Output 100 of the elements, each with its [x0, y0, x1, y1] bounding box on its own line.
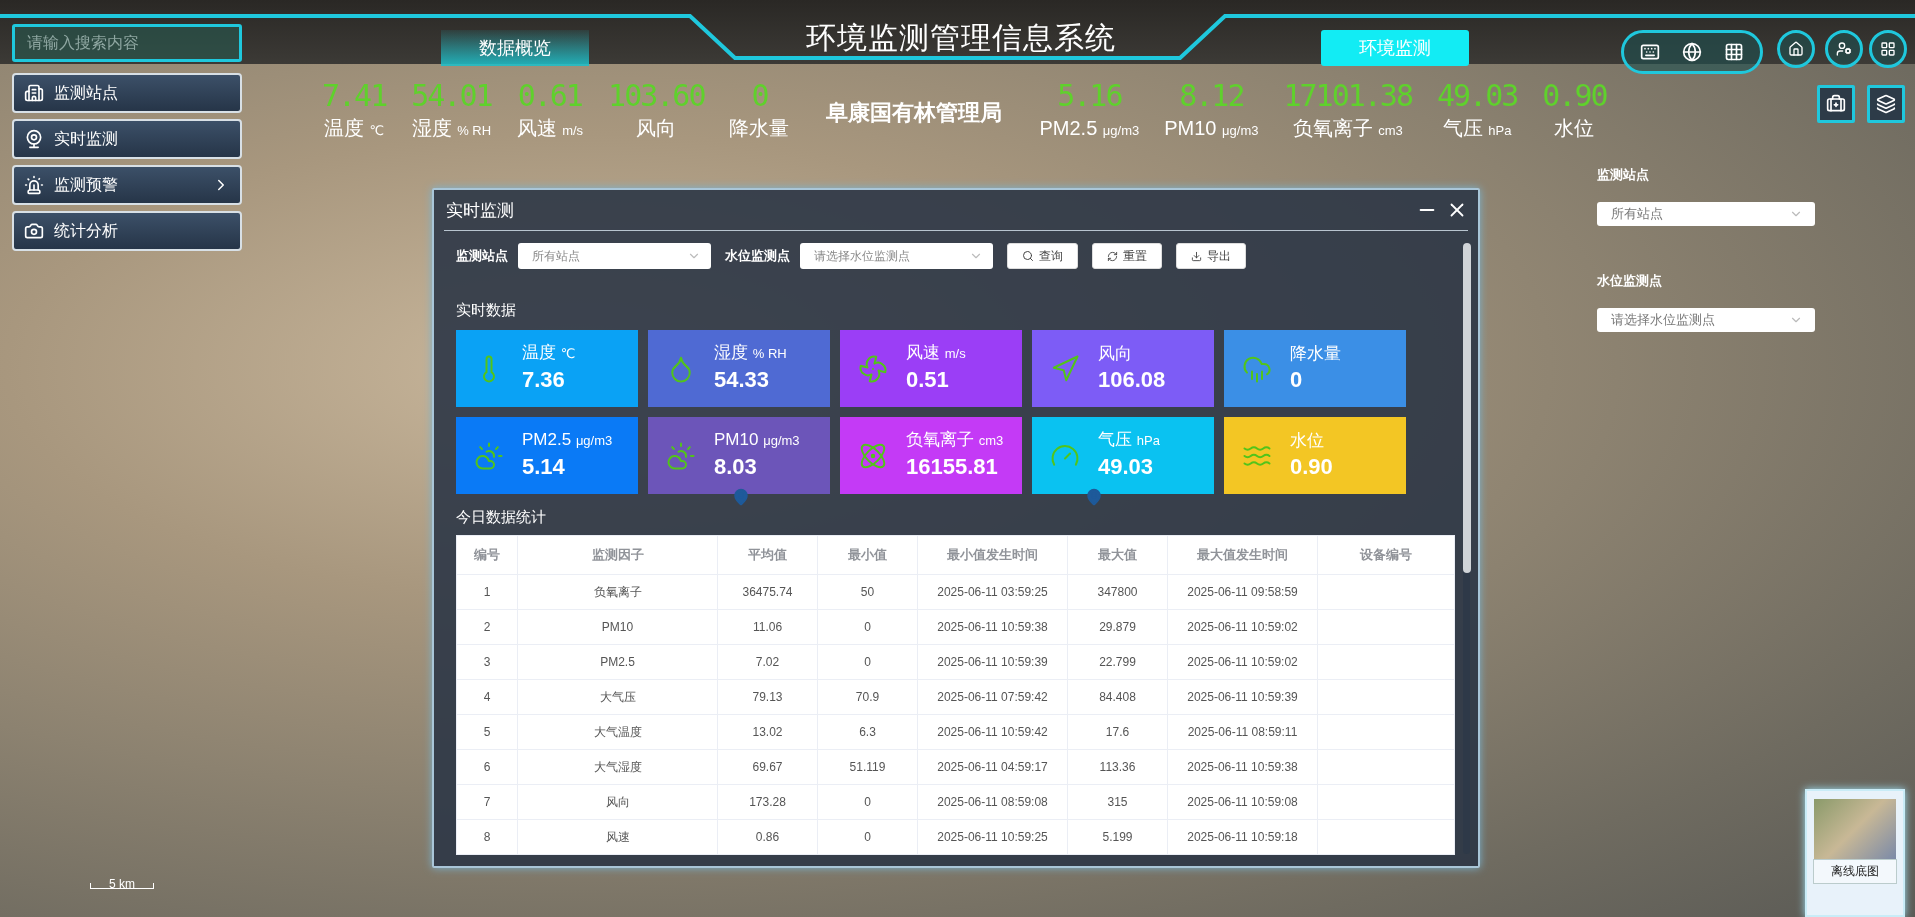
- section-title: 今日数据统计: [456, 508, 547, 527]
- cloud-sun-icon: [666, 440, 696, 471]
- side-menu-item[interactable]: 统计分析: [12, 211, 242, 251]
- download-icon: [1191, 250, 1202, 262]
- side-menu-item[interactable]: 实时监测: [12, 119, 242, 159]
- card-label: 降水量: [1290, 342, 1341, 365]
- reset-button[interactable]: 重置: [1092, 243, 1162, 269]
- metric-label: 风向: [636, 116, 677, 141]
- metric-label: 负氧离子 cm3: [1292, 116, 1403, 141]
- table-cell: 2025-06-11 10:59:39: [1167, 679, 1318, 715]
- metric-value: 8.12: [1179, 78, 1244, 114]
- table-cell: 5: [456, 714, 518, 750]
- table-cell: 3: [456, 644, 518, 680]
- column-header: 监测因子: [517, 535, 718, 575]
- menu-label: 实时监测: [54, 128, 119, 149]
- table-cell: 5.199: [1067, 819, 1168, 855]
- metric-label: 降水量: [729, 116, 790, 141]
- select-field[interactable]: 所有站点: [1597, 202, 1815, 226]
- table-cell: 6: [456, 749, 518, 785]
- side-menu-item[interactable]: 监测预警: [12, 165, 242, 205]
- table-cell: 大气压: [517, 679, 718, 715]
- column-header: 最大值发生时间: [1167, 535, 1318, 575]
- map-pin-icon: [732, 488, 750, 506]
- layers-button[interactable]: [1867, 85, 1905, 123]
- select-field[interactable]: 请选择水位监测点: [1597, 308, 1815, 332]
- table-cell: 69.67: [717, 749, 818, 785]
- metric-label: 温度 ℃: [324, 116, 385, 141]
- side-menu-item[interactable]: 监测站点: [12, 73, 242, 113]
- table-cell: 0: [817, 609, 918, 645]
- card-value: 0.90: [1290, 452, 1333, 481]
- table-cell: 2025-06-11 10:59:42: [917, 714, 1068, 750]
- table-cell: 6.3: [817, 714, 918, 750]
- field-label: 监测站点: [1597, 166, 1650, 184]
- scale-label: 5 km: [109, 877, 135, 891]
- grid-icon: [1880, 41, 1896, 57]
- column-header: 最小值: [817, 535, 918, 575]
- table-cell: 51.119: [817, 749, 918, 785]
- user-settings-button[interactable]: [1825, 30, 1863, 68]
- refresh-icon: [1107, 250, 1118, 262]
- search-button[interactable]: 查询: [1007, 243, 1078, 269]
- export-button[interactable]: 导出: [1176, 243, 1246, 269]
- table-cell: 7.02: [717, 644, 818, 680]
- table-cell: 84.408: [1067, 679, 1168, 715]
- table-cell: 0: [817, 784, 918, 820]
- table-cell: 8: [456, 819, 518, 855]
- card-label: 气压 hPa: [1098, 429, 1160, 451]
- cloud-sun-icon: [474, 440, 504, 471]
- select-field[interactable]: 请选择水位监测点: [800, 243, 993, 269]
- home-button[interactable]: [1777, 30, 1815, 68]
- table-cell: 2025-06-11 09:58:59: [1167, 574, 1318, 610]
- table-cell: 29.879: [1067, 609, 1168, 645]
- globe-icon[interactable]: [1682, 42, 1702, 62]
- select-field[interactable]: 所有站点: [518, 243, 711, 269]
- table-cell: 50: [817, 574, 918, 610]
- search-field[interactable]: 请输入搜索内容: [12, 24, 242, 62]
- metric-value: 54.01: [411, 78, 492, 114]
- scrollbar-thumb[interactable]: [1463, 243, 1471, 573]
- card-value: 0: [1290, 365, 1304, 394]
- table-cell: 风向: [517, 784, 718, 820]
- metric-value: 103.60: [608, 78, 705, 114]
- filter-label: 水位监测点: [725, 247, 790, 265]
- table-cell: 347800: [1067, 574, 1168, 610]
- metric-label: PM2.5 μg/m3: [1039, 116, 1140, 141]
- toolbox-button[interactable]: [1817, 85, 1855, 123]
- table-cell: 2025-06-11 04:59:17: [917, 749, 1068, 785]
- table-cell: 1: [456, 574, 518, 610]
- card-label: 负氧离子 cm3: [906, 429, 1004, 451]
- table-cell: 173.28: [717, 784, 818, 820]
- table-cell: 0: [817, 819, 918, 855]
- card-value: 5.14: [522, 453, 566, 481]
- table-cell: 4: [456, 679, 518, 715]
- basemap-switcher[interactable]: 离线底图: [1805, 789, 1905, 917]
- table-cell: 36475.74: [717, 574, 818, 610]
- metric-label: 风速 m/s: [516, 116, 584, 141]
- card-label: PM10 μg/m3: [714, 429, 800, 451]
- section-title: 实时数据: [456, 301, 517, 320]
- table-cell: 2025-06-11 10:59:02: [1167, 644, 1318, 680]
- table-cell: 大气湿度: [517, 749, 718, 785]
- card-value: 106.08: [1098, 365, 1166, 394]
- table-cell: 22.799: [1067, 644, 1168, 680]
- keyboard-icon[interactable]: [1640, 42, 1660, 62]
- column-header: 编号: [456, 535, 518, 575]
- metric-value: 17101.38: [1283, 78, 1412, 114]
- card-value: 54.33: [714, 366, 771, 394]
- station-icon: [24, 83, 44, 103]
- metric-value: 5.16: [1057, 78, 1122, 114]
- grid-icon[interactable]: [1724, 42, 1744, 62]
- table-cell: PM2.5: [517, 644, 718, 680]
- metric-value: 0: [751, 78, 768, 114]
- dialog-title: 实时监测: [445, 199, 514, 222]
- metric-label: PM10 μg/m3: [1164, 116, 1259, 141]
- layers-icon: [1876, 94, 1896, 114]
- table-cell: 315: [1067, 784, 1168, 820]
- apps-button[interactable]: [1869, 30, 1907, 68]
- table-cell: 2025-06-11 08:59:08: [917, 784, 1068, 820]
- nav-tab[interactable]: 数据概览: [441, 30, 589, 66]
- fan-icon: [858, 353, 888, 384]
- card-value: 49.03: [1098, 453, 1155, 481]
- card-label: PM2.5 μg/m3: [522, 429, 613, 451]
- table-cell: 7: [456, 784, 518, 820]
